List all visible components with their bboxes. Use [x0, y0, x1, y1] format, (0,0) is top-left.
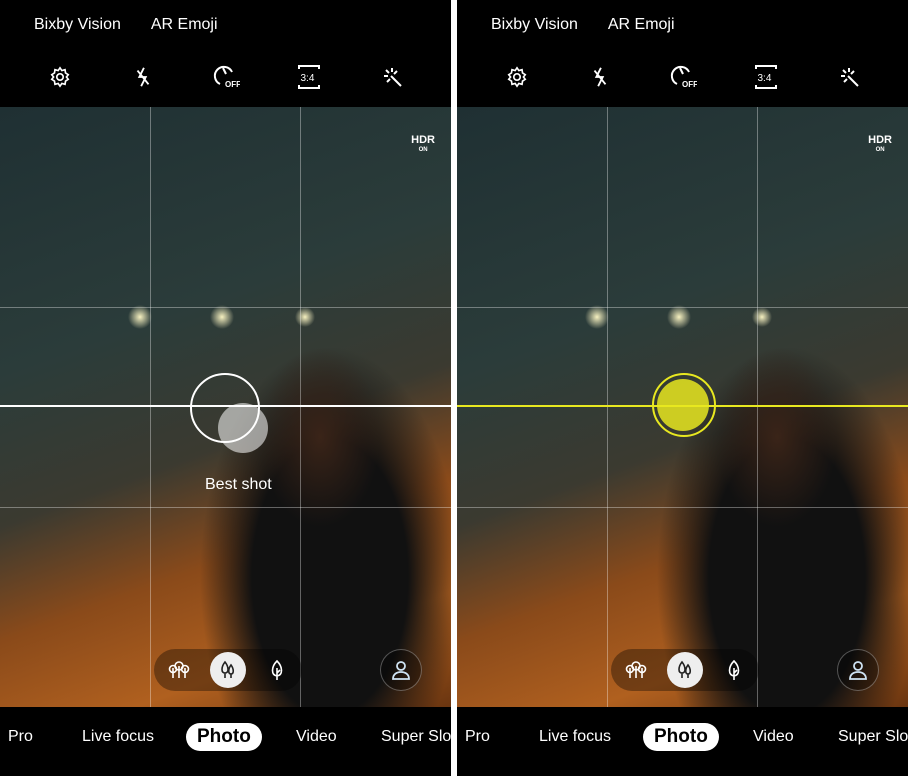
flash-off-icon[interactable] — [585, 62, 615, 92]
svg-text:3:4: 3:4 — [300, 73, 314, 84]
grid-line — [607, 107, 608, 707]
live-focus-effects — [611, 649, 759, 691]
effects-wand-icon[interactable] — [834, 62, 864, 92]
mode-photo[interactable]: Photo — [186, 723, 262, 751]
level-dot — [218, 403, 268, 453]
timer-off-icon[interactable]: OFF — [211, 62, 241, 92]
leaf-icon[interactable] — [259, 652, 295, 688]
trees-icon[interactable] — [666, 652, 703, 688]
grid-line — [300, 107, 301, 707]
camera-panel-1: Bixby Vision AR Emoji OFF 3:4 HDR ON Best s… — [0, 0, 451, 776]
grid-line — [757, 107, 758, 707]
mode-selector: Pro Live focus Photo Video Super Slo — [0, 722, 451, 752]
svg-text:3:4: 3:4 — [757, 73, 771, 84]
flash-off-icon[interactable] — [128, 62, 158, 92]
live-focus-effects — [154, 649, 302, 691]
mode-live-focus[interactable]: Live focus — [539, 728, 611, 746]
top-link-1[interactable]: AR Emoji — [151, 16, 218, 34]
person-icon[interactable] — [380, 649, 422, 691]
grid-line — [457, 507, 908, 508]
mode-live-focus[interactable]: Live focus — [82, 728, 154, 746]
mode-video[interactable]: Video — [753, 728, 794, 746]
mode-super-slo[interactable]: Super Slo — [838, 728, 908, 746]
viewfinder[interactable]: HDR ON Best shot — [0, 107, 451, 707]
leaf-icon[interactable] — [716, 652, 752, 688]
forest-icon[interactable] — [161, 652, 197, 688]
svg-text:OFF: OFF — [225, 80, 240, 89]
top-link-0[interactable]: Bixby Vision — [491, 16, 578, 34]
top-link-0[interactable]: Bixby Vision — [34, 16, 121, 34]
grid-line — [457, 307, 908, 308]
person-icon[interactable] — [837, 649, 879, 691]
gear-icon[interactable] — [502, 62, 532, 92]
hdr-indicator[interactable]: HDR ON — [868, 135, 892, 155]
best-shot-label: Best shot — [205, 476, 272, 493]
aspect-ratio-icon[interactable]: 3:4 — [751, 62, 781, 92]
grid-line — [0, 507, 451, 508]
mode-photo[interactable]: Photo — [643, 723, 719, 751]
grid-line — [150, 107, 151, 707]
level-dot — [657, 379, 709, 431]
camera-toolbar: OFF 3:4 — [0, 62, 451, 92]
timer-off-icon[interactable]: OFF — [668, 62, 698, 92]
mode-super-slo[interactable]: Super Slo — [381, 728, 451, 746]
effects-wand-icon[interactable] — [377, 62, 407, 92]
mode-pro[interactable]: Pro — [8, 728, 33, 746]
forest-icon[interactable] — [618, 652, 654, 688]
gear-icon[interactable] — [45, 62, 75, 92]
mode-video[interactable]: Video — [296, 728, 337, 746]
aspect-ratio-icon[interactable]: 3:4 — [294, 62, 324, 92]
trees-icon[interactable] — [209, 652, 246, 688]
svg-text:OFF: OFF — [682, 80, 697, 89]
mode-selector: Pro Live focus Photo Video Super Slo — [457, 722, 908, 752]
viewfinder[interactable]: HDR ON — [457, 107, 908, 707]
hdr-indicator[interactable]: HDR ON — [411, 135, 435, 155]
camera-toolbar: OFF 3:4 — [457, 62, 908, 92]
top-link-1[interactable]: AR Emoji — [608, 16, 675, 34]
grid-line — [0, 307, 451, 308]
mode-pro[interactable]: Pro — [465, 728, 490, 746]
camera-panel-2: Bixby Vision AR Emoji OFF 3:4 HDR ON Pro Liv… — [457, 0, 908, 776]
